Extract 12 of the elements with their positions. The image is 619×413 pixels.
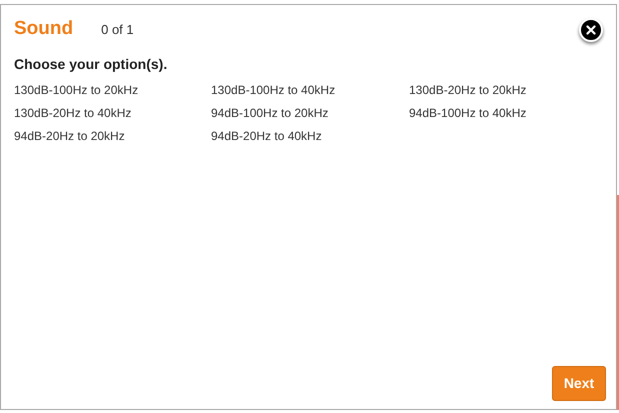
option-item[interactable]: 94dB-20Hz to 20kHz (14, 126, 211, 146)
progress-counter: 0 of 1 (101, 21, 134, 39)
option-item[interactable]: 94dB-20Hz to 40kHz (211, 126, 409, 146)
option-item[interactable]: 130dB-20Hz to 20kHz (409, 80, 606, 100)
option-item[interactable]: 130dB-100Hz to 40kHz (211, 80, 409, 100)
option-item[interactable]: 94dB-100Hz to 40kHz (409, 104, 606, 122)
dialog-title: Sound (14, 17, 74, 41)
option-item[interactable]: 130dB-100Hz to 20kHz (14, 80, 211, 100)
option-item[interactable]: 130dB-20Hz to 40kHz (14, 104, 211, 122)
question-prompt: Choose your option(s). (14, 54, 168, 74)
option-item[interactable]: 94dB-100Hz to 20kHz (211, 104, 409, 122)
close-icon[interactable] (579, 18, 603, 42)
